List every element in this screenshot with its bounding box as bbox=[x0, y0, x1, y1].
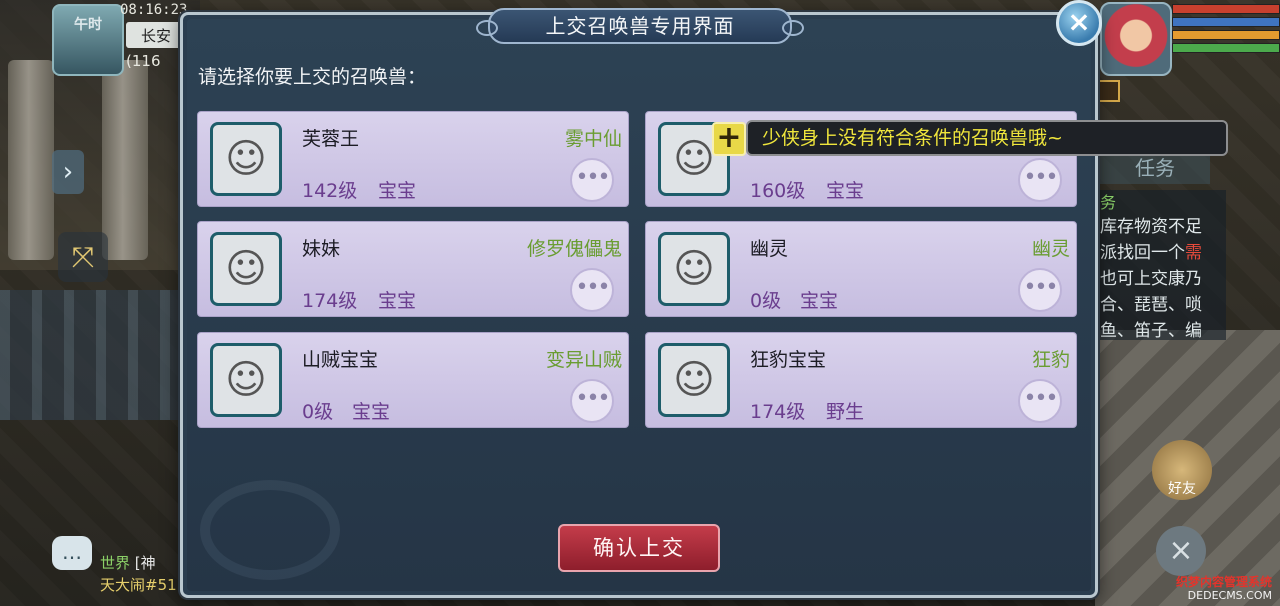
pet-name: 芙蓉王 bbox=[302, 128, 360, 150]
friends-button[interactable]: 好友 bbox=[1152, 440, 1212, 500]
task-line: 派找回一个需 bbox=[1100, 243, 1202, 263]
close-icon[interactable]: × bbox=[1156, 526, 1206, 576]
stat-bars bbox=[1172, 4, 1280, 56]
task-highlight: 需 bbox=[1185, 243, 1202, 263]
task-line: 库存物资不足 bbox=[1100, 217, 1202, 237]
pet-level: 0级 bbox=[750, 290, 782, 312]
watermark: 织梦内容管理系统 DEDECMS.COM bbox=[1175, 575, 1272, 603]
rage-bar bbox=[1172, 30, 1280, 40]
pet-portrait: ☺ bbox=[210, 343, 282, 417]
pet-kind: 宝宝 bbox=[378, 180, 417, 202]
pet-level: 174级 bbox=[750, 401, 806, 423]
watermark-cn: 织梦内容管理系统 bbox=[1175, 575, 1272, 589]
chevron-right-icon[interactable]: › bbox=[52, 150, 84, 194]
task-heading: 务 bbox=[1100, 193, 1117, 212]
pet-card[interactable]: ☺ 山贼宝宝 变异山贼 0级 宝宝 ••• bbox=[197, 332, 629, 428]
chat-sender[interactable]: 天大闹#51 bbox=[100, 574, 177, 595]
pet-type: 幽灵 bbox=[1031, 238, 1070, 260]
cloud-decoration bbox=[200, 480, 340, 580]
more-options-button[interactable]: ••• bbox=[1018, 158, 1062, 202]
pet-card[interactable]: ☺ 芙蓉王 雾中仙 142级 宝宝 ••• bbox=[197, 111, 629, 207]
confirm-submit-button[interactable]: 确认上交 bbox=[558, 524, 720, 572]
pet-portrait: ☺ bbox=[210, 232, 282, 306]
inventory-icon[interactable] bbox=[1098, 80, 1120, 102]
pet-kind: 野生 bbox=[826, 401, 865, 423]
watermark-en: DEDECMS.COM bbox=[1187, 589, 1272, 602]
pet-name: 幽灵 bbox=[750, 238, 789, 260]
task-line: 合、琵琶、唢 bbox=[1100, 295, 1202, 315]
avatar[interactable] bbox=[1100, 2, 1172, 76]
pet-type: 狂豹 bbox=[1031, 349, 1070, 371]
pillar bbox=[102, 60, 148, 260]
pet-card[interactable]: ☺ 妹妹 修罗傀儡鬼 174级 宝宝 ••• bbox=[197, 221, 629, 317]
pet-name: 山贼宝宝 bbox=[302, 349, 379, 371]
prompt-text: 请选择你要上交的召唤兽： bbox=[198, 66, 427, 88]
pet-level: 142级 bbox=[302, 180, 358, 202]
coordinates: (116 bbox=[126, 52, 161, 70]
pet-name: 狂豹宝宝 bbox=[750, 349, 827, 371]
chat-bubble-icon[interactable]: … bbox=[52, 536, 92, 570]
time-period-badge[interactable]: 午时 bbox=[52, 4, 124, 76]
pet-name: 妹妹 bbox=[302, 238, 341, 260]
more-options-button[interactable]: ••• bbox=[1018, 379, 1062, 423]
hp-bar bbox=[1172, 4, 1280, 14]
pet-level: 160级 bbox=[750, 180, 806, 202]
chat-channel: 世界 bbox=[100, 554, 131, 572]
city-name[interactable]: 长安 bbox=[126, 22, 186, 48]
chat-line[interactable]: 世界 [神 bbox=[100, 552, 156, 573]
clock-text: 08:16:23 bbox=[120, 2, 188, 18]
pet-portrait: ☺ bbox=[210, 122, 282, 196]
more-options-button[interactable]: ••• bbox=[570, 379, 614, 423]
pet-card[interactable]: ☺ 幽灵 幽灵 0级 宝宝 ••• bbox=[645, 221, 1077, 317]
close-icon[interactable]: × bbox=[1056, 0, 1102, 46]
task-line: 鱼、笛子、编 bbox=[1100, 321, 1202, 340]
pet-kind: 宝宝 bbox=[352, 401, 391, 423]
chat-text: [神 bbox=[134, 554, 156, 572]
exp-bar bbox=[1172, 43, 1280, 53]
task-panel[interactable]: 务 库存物资不足 派找回一个需 也可上交康乃 合、琵琶、唢 鱼、笛子、编 bbox=[1096, 190, 1226, 340]
task-line: 也可上交康乃 bbox=[1100, 269, 1202, 289]
more-options-button[interactable]: ••• bbox=[570, 158, 614, 202]
pillar bbox=[8, 60, 54, 260]
plus-icon[interactable]: + bbox=[712, 122, 746, 156]
dialog-title: 上交召唤兽专用界面 bbox=[476, 8, 804, 44]
pet-level: 0级 bbox=[302, 401, 334, 423]
pet-kind: 宝宝 bbox=[826, 180, 865, 202]
pet-portrait: ☺ bbox=[658, 232, 730, 306]
tooltip-message: 少侠身上没有符合条件的召唤兽哦~ bbox=[746, 120, 1228, 156]
pet-type: 变异山贼 bbox=[545, 349, 622, 371]
pet-type: 雾中仙 bbox=[564, 128, 622, 150]
mp-bar bbox=[1172, 17, 1280, 27]
more-options-button[interactable]: ••• bbox=[570, 268, 614, 312]
pet-kind: 宝宝 bbox=[378, 290, 417, 312]
pet-kind: 宝宝 bbox=[800, 290, 839, 312]
fence bbox=[0, 290, 185, 420]
more-options-button[interactable]: ••• bbox=[1018, 268, 1062, 312]
pet-type: 修罗傀儡鬼 bbox=[526, 238, 622, 260]
pet-level: 174级 bbox=[302, 290, 358, 312]
pet-portrait: ☺ bbox=[658, 343, 730, 417]
pet-card[interactable]: ☺ 狂豹宝宝 狂豹 174级 野生 ••• bbox=[645, 332, 1077, 428]
expand-icon[interactable]: ⤧ bbox=[58, 232, 108, 282]
